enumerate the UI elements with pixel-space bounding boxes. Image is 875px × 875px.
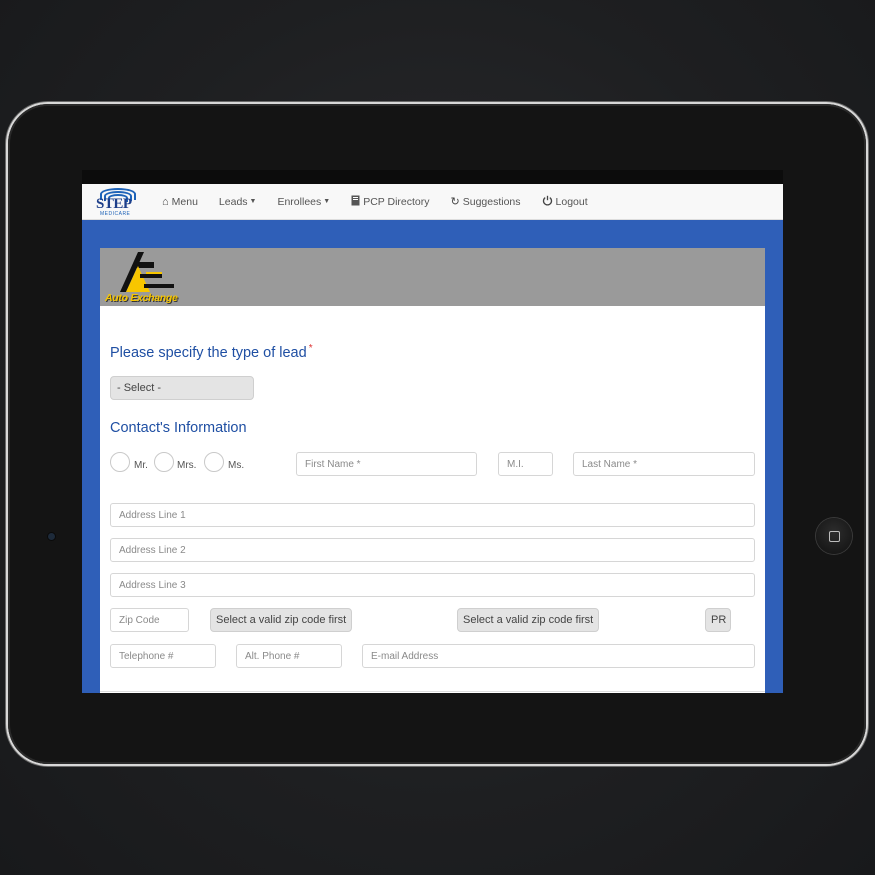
auto-exchange-logo: Auto Exchange bbox=[104, 248, 194, 306]
title-label-mrs: Mrs. bbox=[177, 460, 197, 471]
book-icon bbox=[351, 195, 360, 209]
nav-enrollees-label: Enrollees bbox=[277, 195, 322, 208]
middle-initial-input[interactable]: M.I. bbox=[498, 452, 553, 476]
country-code-select[interactable]: PR bbox=[705, 608, 731, 632]
caret-down-icon: ▼ bbox=[249, 198, 257, 205]
camera-icon bbox=[48, 533, 55, 540]
nav-pcp-directory[interactable]: PCP Directory bbox=[351, 195, 430, 209]
city-select[interactable]: Select a valid zip code first bbox=[210, 608, 353, 632]
brand-name: Auto Exchange bbox=[105, 292, 178, 304]
title-label-mr: Mr. bbox=[134, 460, 148, 471]
nav-menu-label: Menu bbox=[171, 195, 198, 208]
zip-code-input[interactable]: Zip Code bbox=[110, 608, 189, 632]
logo-subtext: MEDICARE bbox=[100, 210, 131, 217]
status-bar bbox=[82, 170, 783, 184]
divider bbox=[100, 691, 765, 692]
power-icon bbox=[542, 195, 553, 209]
lead-type-heading-text: Please specify the type of lead bbox=[110, 344, 307, 361]
lead-type-heading: Please specify the type of lead * bbox=[110, 343, 313, 361]
nav-leads-label: Leads bbox=[218, 195, 248, 208]
address-line-2-input[interactable]: Address Line 2 bbox=[110, 538, 755, 562]
nav-logout[interactable]: Logout bbox=[542, 195, 588, 209]
first-name-input[interactable]: First Name * bbox=[296, 452, 477, 476]
nav-suggestions-label: Suggestions bbox=[462, 195, 521, 208]
home-square-icon bbox=[829, 531, 840, 542]
title-label-ms: Ms. bbox=[228, 460, 245, 471]
nav-pcp-label: PCP Directory bbox=[363, 195, 430, 208]
nav-leads[interactable]: Leads ▼ bbox=[219, 196, 257, 208]
address-line-1-input[interactable]: Address Line 1 bbox=[110, 503, 755, 527]
telephone-input[interactable]: Telephone # bbox=[110, 644, 216, 668]
step-medicare-logo[interactable]: STEP MEDICARE bbox=[94, 186, 140, 218]
panel-header: Auto Exchange bbox=[100, 248, 765, 306]
home-icon: ⌂ bbox=[162, 195, 169, 208]
contact-info-heading: Contact's Information bbox=[110, 420, 247, 436]
required-mark: * bbox=[308, 343, 313, 354]
nav-logout-label: Logout bbox=[555, 195, 588, 208]
address-line-3-input[interactable]: Address Line 3 bbox=[110, 573, 755, 597]
refresh-icon: ↻ bbox=[450, 196, 460, 208]
lead-form-panel: Auto Exchange Please specify the type of… bbox=[100, 248, 765, 693]
top-navbar: STEP MEDICARE ⌂ Menu Leads ▼ Enrollees ▼… bbox=[82, 184, 783, 220]
nav-enrollees[interactable]: Enrollees ▼ bbox=[277, 196, 330, 208]
alt-phone-input[interactable]: Alt. Phone # bbox=[236, 644, 342, 668]
title-radio-ms[interactable] bbox=[204, 452, 224, 472]
state-select[interactable]: Select a valid zip code first bbox=[457, 608, 600, 632]
tablet-screen: STEP MEDICARE ⌂ Menu Leads ▼ Enrollees ▼… bbox=[82, 170, 783, 693]
nav-menu[interactable]: ⌂ Menu bbox=[162, 196, 198, 208]
lead-type-select[interactable]: - Select - bbox=[110, 376, 254, 400]
email-input[interactable]: E-mail Address bbox=[362, 644, 755, 668]
title-radio-mrs[interactable] bbox=[154, 452, 174, 472]
nav-suggestions[interactable]: ↻ Suggestions bbox=[450, 195, 521, 209]
home-button[interactable] bbox=[816, 518, 852, 554]
caret-down-icon: ▼ bbox=[323, 198, 331, 205]
last-name-input[interactable]: Last Name * bbox=[573, 452, 755, 476]
title-radio-mr[interactable] bbox=[110, 452, 130, 472]
